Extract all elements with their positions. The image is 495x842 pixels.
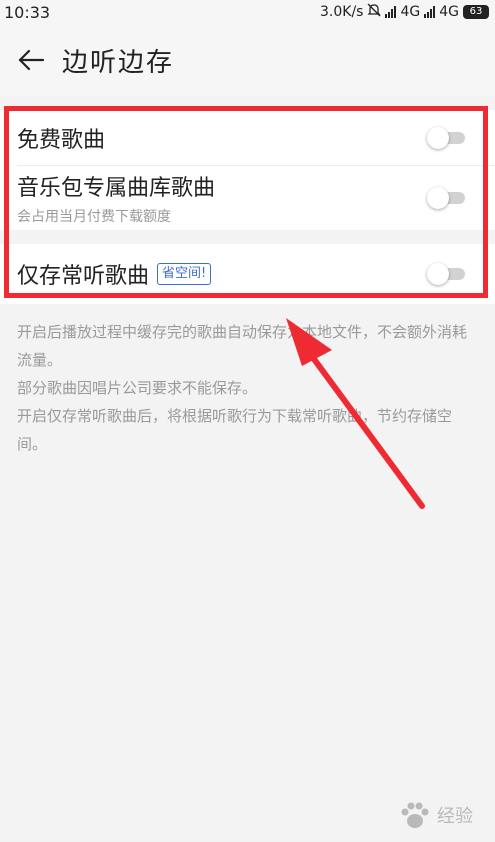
description-line: 开启后播放过程中缓存完的歌曲自动保存为本地文件，不会额外消耗流量。 xyxy=(17,323,468,369)
description: 开启后播放过程中缓存完的歌曲自动保存为本地文件，不会额外消耗流量。 部分歌曲因唱… xyxy=(17,318,481,458)
setting-text: 仅存常听歌曲 省空间! xyxy=(17,258,212,290)
signal-icon xyxy=(385,6,397,18)
setting-label: 仅存常听歌曲 xyxy=(17,264,150,289)
header: 边听边存 xyxy=(0,24,495,96)
description-line: 部分歌曲因唱片公司要求不能保存。 xyxy=(17,379,258,397)
setting-label: 免费歌曲 xyxy=(17,128,106,153)
setting-music-pack-songs[interactable]: 音乐包专属曲库歌曲 会占用当月付费下载额度 xyxy=(0,166,495,230)
arrow-left-icon xyxy=(18,49,45,71)
back-button[interactable] xyxy=(0,24,62,96)
signal-icon xyxy=(424,6,436,18)
watermark-text: 经验 xyxy=(437,806,473,827)
page-title: 边听边存 xyxy=(62,47,175,78)
free-songs-toggle[interactable] xyxy=(427,127,467,149)
frequent-songs-toggle[interactable] xyxy=(427,263,467,285)
paw-icon xyxy=(401,802,429,828)
description-line: 开启仅存常听歌曲后，将根据听歌行为下载常听歌曲，节约存储空间。 xyxy=(17,407,453,453)
status-time: 10:33 xyxy=(4,2,51,22)
setting-free-songs[interactable]: 免费歌曲 xyxy=(0,110,495,166)
save-space-badge: 省空间! xyxy=(157,263,212,285)
setting-sublabel: 会占用当月付费下载额度 xyxy=(17,209,171,225)
setting-label: 音乐包专属曲库歌曲 xyxy=(17,176,216,201)
settings-card: 免费歌曲 音乐包专属曲库歌曲 会占用当月付费下载额度 仅存常听歌曲 省空间! xyxy=(0,110,495,304)
network-type-2: 4G xyxy=(439,4,459,20)
music-pack-toggle[interactable] xyxy=(427,187,467,209)
mute-icon xyxy=(367,3,382,21)
status-bar: 10:33 3.0K/s 4G 4G 63 xyxy=(0,0,495,24)
status-icons: 3.0K/s 4G 4G 63 xyxy=(320,3,489,21)
network-type-1: 4G xyxy=(400,4,421,20)
watermark: 经验 xyxy=(399,800,473,830)
section-divider xyxy=(0,230,495,244)
setting-text: 音乐包专属曲库歌曲 会占用当月付费下载额度 xyxy=(17,170,215,226)
network-speed: 3.0K/s xyxy=(320,4,364,20)
setting-frequent-songs[interactable]: 仅存常听歌曲 省空间! xyxy=(0,244,495,304)
battery-icon: 63 xyxy=(463,5,489,19)
